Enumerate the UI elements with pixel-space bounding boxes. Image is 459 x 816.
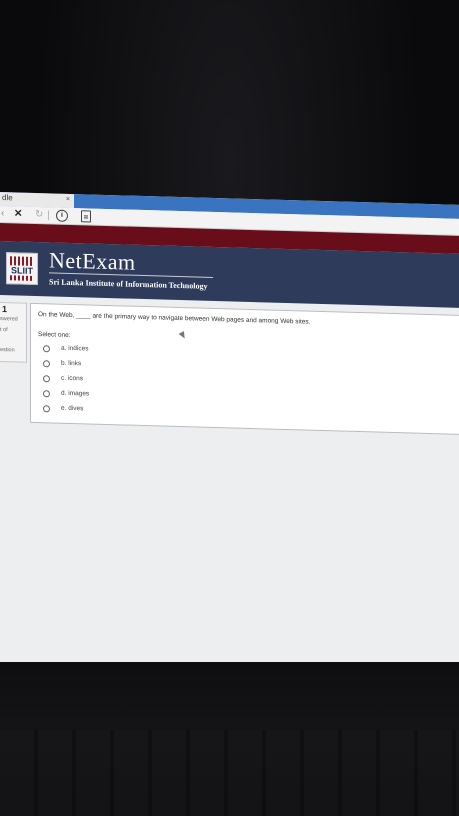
question-info-panel: 1 swered t of estion [0,302,27,363]
site-subtitle: Sri Lanka Institute of Information Techn… [49,277,208,291]
sliit-logo: SLIIT [6,252,38,286]
question-number: 1 [2,304,8,315]
page-icon[interactable] [81,210,91,223]
option-label[interactable]: c. icons [61,375,83,383]
radio-button[interactable] [43,390,50,398]
question-marks: t of [0,327,8,334]
select-prompt: Select one: [38,331,71,339]
option-label[interactable]: a. indices [61,345,88,353]
option-label[interactable]: e. dives [61,405,83,413]
tab-close-icon[interactable]: × [66,196,70,203]
info-icon[interactable]: i [56,209,68,222]
tab-title: dle [2,193,13,203]
radio-button[interactable] [43,375,50,383]
radio-button[interactable] [43,360,50,368]
stop-icon[interactable]: ✕ [14,208,22,219]
site-title: NetExam [49,247,136,275]
reload-icon[interactable]: ↻ [35,209,43,220]
flag-question-link[interactable]: estion [0,347,15,353]
logo-text: SLIIT [10,265,34,276]
question-text: On the Web, ____ are the primary way to … [38,311,311,326]
radio-button[interactable] [43,345,50,353]
toolbar-divider [48,210,49,221]
monitor-screen: dle × ‹ ✕ ↻ i SLIIT NetExam Sri Lanka In… [0,192,459,675]
keyboard [0,730,459,816]
question-status: swered [0,316,18,323]
radio-button[interactable] [43,405,50,413]
back-icon[interactable]: ‹ [1,208,4,219]
option-label[interactable]: d. images [61,390,89,398]
question-box: On the Web, ____ are the primary way to … [30,302,459,436]
option-label[interactable]: b. links [61,360,81,368]
site-header: SLIIT NetExam Sri Lanka Institute of Inf… [0,241,459,308]
